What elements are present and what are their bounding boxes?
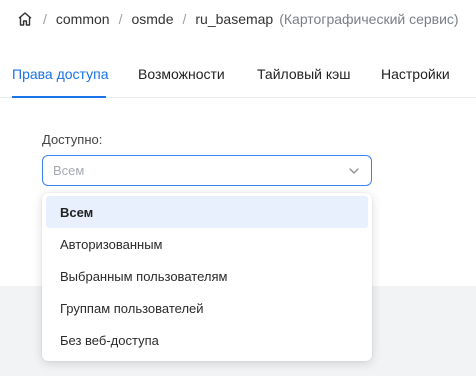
tab-bar: Права доступа Возможности Тайловый кэш Н… xyxy=(0,58,476,98)
option-selected-users[interactable]: Выбранным пользователям xyxy=(46,260,368,292)
access-dropdown-menu: Всем Авторизованным Выбранным пользовате… xyxy=(42,193,372,361)
option-authorized[interactable]: Авторизованным xyxy=(46,228,368,260)
breadcrumb-separator: / xyxy=(118,11,123,27)
tab-capabilities[interactable]: Возможности xyxy=(138,66,225,82)
breadcrumb-item-common[interactable]: common xyxy=(56,11,110,27)
access-field-label: Доступно: xyxy=(42,132,103,147)
breadcrumb-item-ru-basemap[interactable]: ru_basemap xyxy=(195,11,273,27)
tab-access-rights[interactable]: Права доступа xyxy=(12,66,108,82)
option-no-web-access[interactable]: Без веб-доступа xyxy=(46,324,368,356)
tab-settings[interactable]: Настройки xyxy=(381,66,450,82)
breadcrumb-separator: / xyxy=(182,11,187,27)
access-select[interactable]: Всем xyxy=(42,155,372,186)
breadcrumb: / common / osmde / ru_basemap (Картограф… xyxy=(16,8,459,30)
option-user-groups[interactable]: Группам пользователей xyxy=(46,292,368,324)
breadcrumb-separator: / xyxy=(43,11,47,27)
chevron-down-icon xyxy=(347,164,361,178)
service-type-label: (Картографический сервис) xyxy=(279,11,459,27)
breadcrumb-item-osmde[interactable]: osmde xyxy=(131,11,173,27)
tab-tile-cache[interactable]: Тайловый кэш xyxy=(257,66,351,82)
option-everyone[interactable]: Всем xyxy=(46,196,368,228)
active-tab-indicator xyxy=(12,96,106,98)
access-select-value: Всем xyxy=(53,163,85,178)
home-icon[interactable] xyxy=(16,10,34,28)
